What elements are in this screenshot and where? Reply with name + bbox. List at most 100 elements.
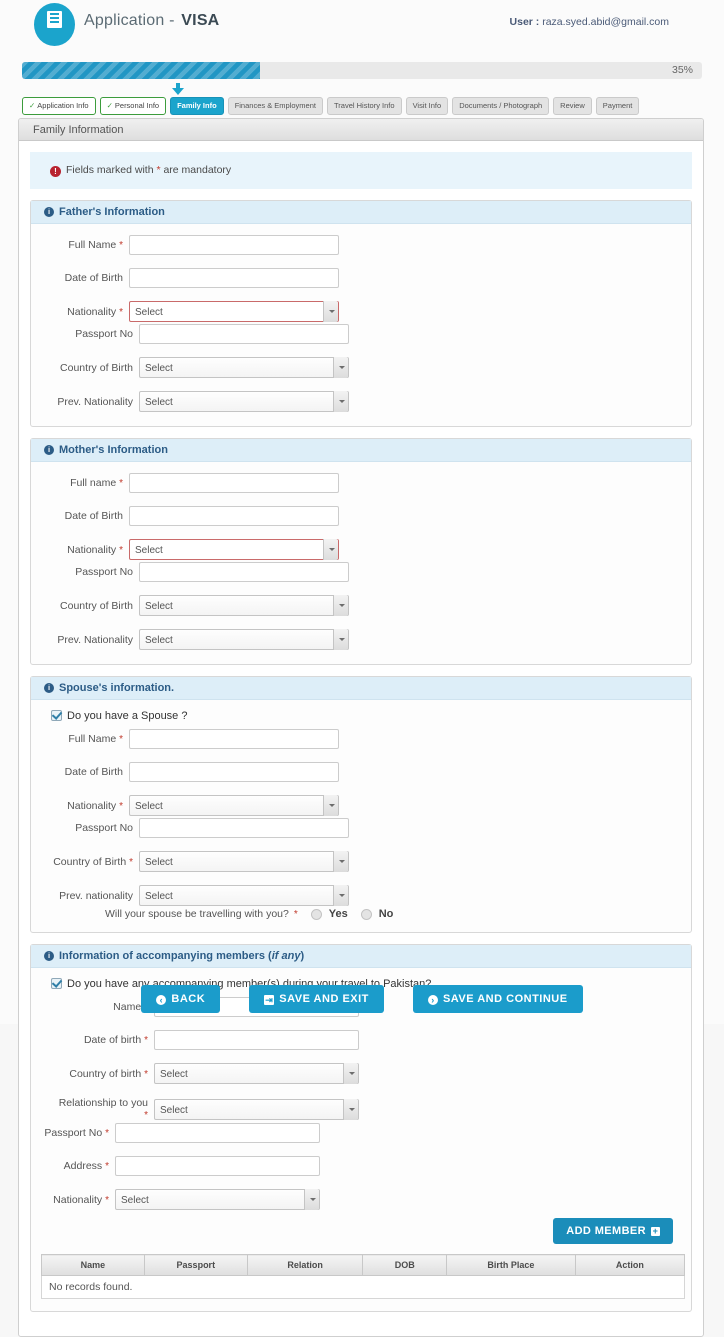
save-and-exit-button[interactable]: ⇥ SAVE AND EXIT (249, 985, 384, 1013)
family-information-panel: Family Information ! Fields marked with *… (18, 118, 704, 1337)
chevron-down-icon (343, 1063, 358, 1084)
tab-label: Personal Info (114, 101, 160, 110)
column-header-name: Name (41, 1254, 145, 1276)
chevron-down-icon (333, 357, 348, 378)
user-email: raza.syed.abid@gmail.com (542, 16, 669, 28)
required-marker: * (119, 478, 123, 489)
father-prev-nationality-select[interactable]: Select (139, 391, 349, 412)
mother-passport-input[interactable] (139, 562, 349, 582)
spouse-checkbox[interactable] (51, 710, 62, 721)
check-icon: ✓ (106, 101, 113, 110)
column-header-birth-place: Birth Place (446, 1254, 576, 1276)
member-address-input[interactable] (115, 1156, 320, 1176)
selected-value: Select (145, 397, 173, 408)
mother-prev-nationality-select[interactable]: Select (139, 629, 349, 650)
member-relationship-select[interactable]: Select (154, 1098, 359, 1120)
column-header-passport: Passport (143, 1254, 248, 1276)
father-dob-input[interactable] (129, 268, 339, 288)
member-nationality-select[interactable]: Select (115, 1189, 320, 1210)
chevron-down-icon (304, 1189, 319, 1210)
father-country-of-birth-select[interactable]: Select (139, 357, 349, 378)
table-header-row: Name Passport Relation DOB Birth Place A… (41, 1254, 686, 1276)
field-father-full-name: Full Name * (43, 235, 351, 255)
tab-visit-info[interactable]: Visit Info (405, 97, 449, 115)
spouse-travel-no-label: No (378, 908, 394, 920)
section-title: Father's Information (59, 206, 165, 218)
mother-full-name-input[interactable] (129, 473, 339, 493)
field-mother-dob: Date of Birth (43, 506, 351, 526)
add-member-label: ADD MEMBER (566, 1225, 646, 1237)
spouse-checkbox-label: Do you have a Spouse ? (67, 710, 188, 722)
field-label: Country of Birth (60, 361, 133, 374)
visa-application-page: Application - VISA User : raza.syed.abid… (0, 0, 724, 1337)
accompanying-members-table: Name Passport Relation DOB Birth Place A… (41, 1254, 686, 1299)
no-records-message: No records found. (41, 1275, 685, 1299)
circle-left-icon: ‹ (156, 995, 167, 1005)
field-father-prev-nationality: Prev. Nationality Select (39, 391, 379, 412)
column-header-dob: DOB (362, 1254, 448, 1276)
mother-nationality-select[interactable]: Select (129, 539, 339, 560)
tab-payment[interactable]: Payment (595, 97, 640, 115)
field-mother-prev-nationality: Prev. Nationality Select (39, 629, 379, 650)
selected-value: Select (160, 1104, 188, 1116)
mandatory-notice: ! Fields marked with * are mandatory (30, 152, 692, 189)
save-and-continue-button[interactable]: › SAVE AND CONTINUE (412, 985, 583, 1013)
field-spouse-country-of-birth: Country of Birth * Select (39, 851, 379, 872)
tab-personal-info[interactable]: ✓ Personal Info (99, 97, 167, 115)
spouse-checkbox-row[interactable]: Do you have a Spouse ? (39, 707, 683, 729)
field-member-nationality: Nationality * Select (39, 1189, 369, 1210)
spouse-travel-yes-radio[interactable] (310, 908, 322, 920)
save-and-exit-label: SAVE AND EXIT (279, 993, 369, 1005)
spouse-nationality-select[interactable]: Select (129, 795, 339, 816)
user-label: User : (509, 16, 543, 28)
spouse-travel-yes-label: Yes (328, 908, 348, 920)
field-label: Relationship to you (58, 1097, 148, 1109)
mother-country-of-birth-select[interactable]: Select (139, 595, 349, 616)
field-label: Nationality (53, 1193, 103, 1206)
father-passport-input[interactable] (139, 324, 349, 344)
tab-application-info[interactable]: ✓ Application Info (22, 97, 96, 115)
spouse-passport-input[interactable] (139, 818, 349, 838)
spouse-full-name-input[interactable] (129, 729, 339, 749)
section-header: i Mother's Information (31, 439, 691, 462)
field-label: Full Name (68, 733, 117, 745)
member-dob-input[interactable] (154, 1030, 359, 1050)
circle-right-icon: › (427, 995, 438, 1005)
wizard-tabs: ✓ Application Info ✓ Personal Info Family … (22, 97, 640, 115)
field-label: Prev. nationality (59, 889, 133, 902)
selected-value: Select (145, 857, 173, 868)
tab-review[interactable]: Review (553, 97, 592, 115)
back-button[interactable]: ‹ BACK (141, 985, 221, 1013)
spouse-prev-nationality-select[interactable]: Select (139, 885, 349, 906)
progress-percent-label: 35% (671, 64, 693, 76)
field-spouse-prev-nationality: Prev. nationality Select (39, 885, 379, 906)
member-passport-input[interactable] (115, 1123, 320, 1143)
tab-travel-history-info[interactable]: Travel History Info (326, 97, 402, 115)
field-member-country-of-birth: Country of birth * Select (54, 1063, 359, 1084)
spouse-country-of-birth-select[interactable]: Select (139, 851, 349, 872)
field-label: Passport No (75, 566, 133, 578)
field-member-passport: Passport No * (39, 1123, 369, 1143)
field-label: Nationality (67, 543, 117, 556)
field-father-country-of-birth: Country of Birth Select (39, 357, 379, 378)
check-icon: ✓ (29, 101, 36, 110)
spouse-dob-input[interactable] (129, 762, 339, 782)
mother-dob-input[interactable] (129, 506, 339, 526)
tab-documents-photograph[interactable]: Documents / Photograph (452, 97, 550, 115)
required-marker: * (129, 856, 133, 868)
father-full-name-input[interactable] (129, 235, 339, 255)
selected-value: Select (135, 307, 163, 318)
chevron-down-icon (343, 1098, 358, 1120)
selected-value: Select (145, 363, 173, 374)
tab-family-info[interactable]: Family Info (170, 97, 224, 115)
add-member-button[interactable]: ADD MEMBER + (553, 1218, 673, 1244)
selected-value: Select (121, 1195, 149, 1206)
tab-finances-employment[interactable]: Finances & Employment (227, 97, 323, 115)
spouse-travel-no-radio[interactable] (360, 908, 372, 920)
member-country-of-birth-select[interactable]: Select (154, 1063, 359, 1084)
required-marker: * (119, 800, 123, 812)
spouse-information-section: i Spouse's information. Do you have a Spo… (30, 676, 692, 933)
father-nationality-select[interactable]: Select (129, 301, 339, 322)
field-mother-nationality: Nationality * Select (43, 539, 351, 560)
page-header: Application - VISA User : raza.syed.abid… (0, 0, 724, 50)
